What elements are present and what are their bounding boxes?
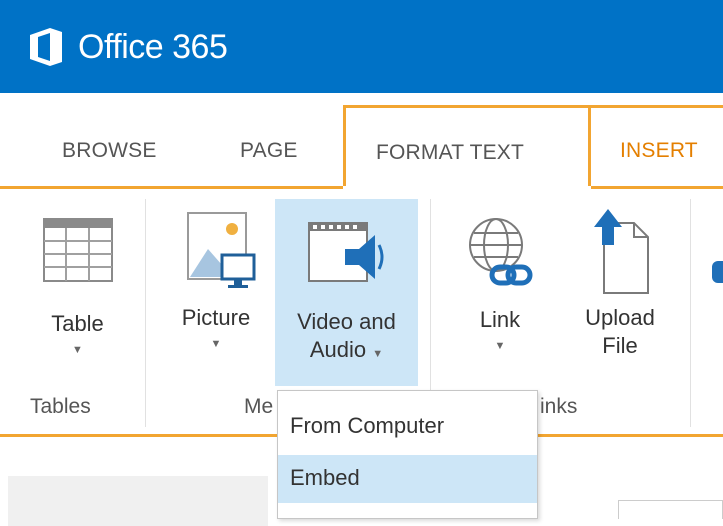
upload-file-label-line2: File xyxy=(602,333,638,358)
context-tab-indicator xyxy=(591,105,723,108)
video-audio-button[interactable]: Video and Audio ▼ xyxy=(275,199,418,386)
upload-file-label-line1: Upload xyxy=(585,305,655,330)
group-separator xyxy=(690,199,691,427)
link-button[interactable]: Link ▼ xyxy=(445,201,555,381)
group-label-media: Me xyxy=(244,395,274,418)
video-audio-label-line2: Audio ▼ xyxy=(309,337,384,362)
tab-format-text-label: FORMAT TEXT xyxy=(376,141,525,164)
group-separator xyxy=(145,199,146,427)
picture-icon xyxy=(187,212,256,288)
menu-item-label: Embed xyxy=(290,465,360,490)
group-label-links: inks xyxy=(540,395,578,418)
video-audio-label-line1: Video and xyxy=(297,309,396,334)
chevron-down-icon: ▼ xyxy=(372,348,384,360)
partial-next-icon xyxy=(712,261,723,283)
menu-item-embed[interactable]: Embed xyxy=(278,455,537,503)
table-button[interactable]: Table ▼ xyxy=(20,201,135,381)
video-audio-icon xyxy=(307,222,383,282)
tab-format-text[interactable]: FORMAT TEXT xyxy=(343,105,591,186)
page-content-box xyxy=(618,500,723,519)
suite-bar: Office 365 xyxy=(0,0,723,93)
table-button-label: Table xyxy=(51,311,104,336)
chevron-down-icon: ▼ xyxy=(494,340,506,352)
link-icon xyxy=(469,218,533,286)
upload-file-icon xyxy=(594,209,649,294)
picture-button-label: Picture xyxy=(181,305,251,330)
chevron-down-icon: ▼ xyxy=(210,338,222,350)
group-label-tables: Tables xyxy=(30,395,91,418)
chevron-down-icon: ▼ xyxy=(72,344,83,356)
link-button-label: Link xyxy=(479,307,521,332)
office-365-logo[interactable]: Office 365 xyxy=(28,27,228,67)
video-audio-dropdown: From Computer Embed xyxy=(277,390,538,519)
table-icon xyxy=(42,218,113,282)
tab-insert[interactable]: INSERT xyxy=(620,139,698,163)
app-title: Office 365 xyxy=(78,27,228,66)
menu-item-label: From Computer xyxy=(290,413,445,438)
office-logo-icon xyxy=(30,28,62,66)
upload-file-button[interactable]: Upload File xyxy=(565,201,675,381)
picture-button[interactable]: Picture ▼ xyxy=(160,201,272,381)
ribbon-tabs: BROWSE PAGE FORMAT TEXT INSERT xyxy=(0,93,723,186)
tab-browse[interactable]: BROWSE xyxy=(62,139,157,163)
menu-item-from-computer[interactable]: From Computer xyxy=(278,403,537,451)
tab-page[interactable]: PAGE xyxy=(240,139,298,163)
